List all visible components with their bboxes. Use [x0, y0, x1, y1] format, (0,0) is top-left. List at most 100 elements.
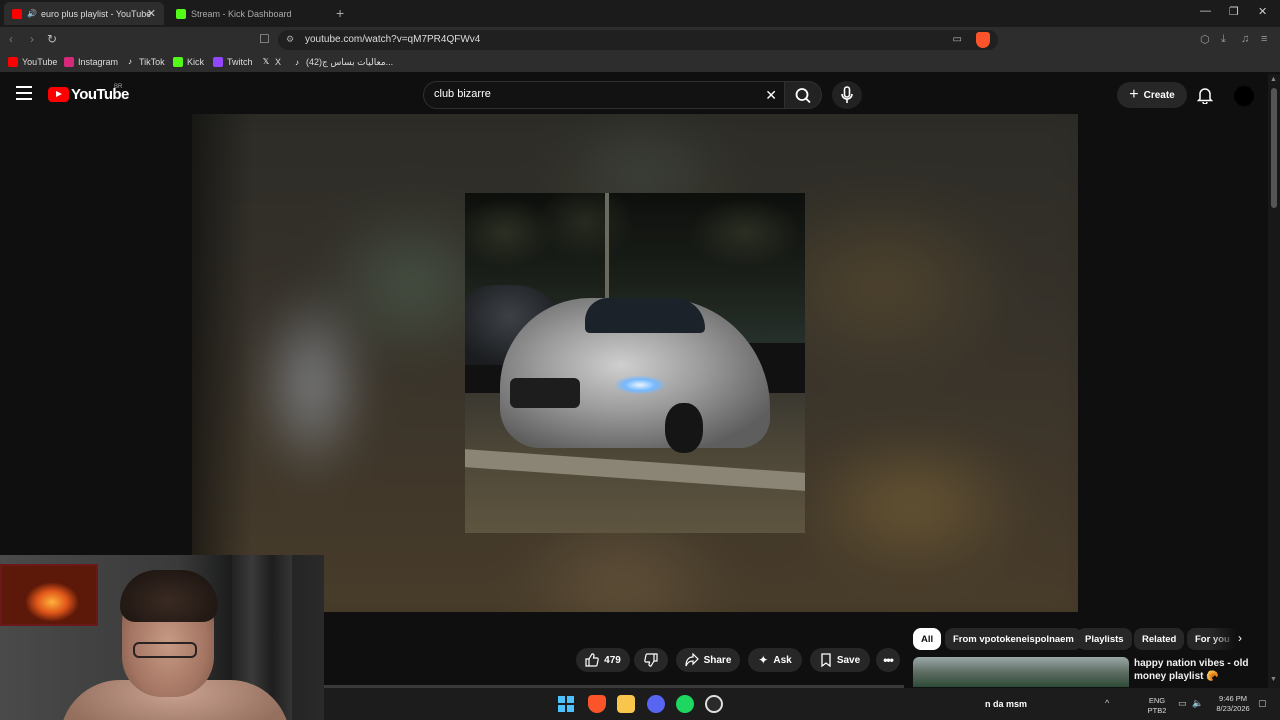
- browser-tabstrip: 🔊 euro plus playlist - YouTube ✕ Stream …: [0, 0, 1280, 27]
- restore-icon[interactable]: ❐: [1229, 5, 1239, 18]
- search-icon: [795, 88, 811, 104]
- voice-search-button[interactable]: [832, 81, 862, 109]
- like-button[interactable]: 479: [576, 648, 630, 672]
- dislike-button[interactable]: [634, 648, 668, 672]
- youtube-icon: [8, 57, 18, 67]
- obs-icon[interactable]: [705, 695, 723, 713]
- tab-kick[interactable]: Stream - Kick Dashboard: [168, 2, 328, 25]
- close-window-icon[interactable]: ✕: [1258, 5, 1267, 18]
- kick-icon: [173, 57, 183, 67]
- notifications-bell-icon[interactable]: [1197, 86, 1213, 104]
- save-button[interactable]: Save: [810, 648, 870, 672]
- more-actions-button[interactable]: •••: [876, 648, 900, 672]
- minimize-icon[interactable]: —: [1200, 5, 1211, 17]
- recommended-video-title[interactable]: happy nation vibes - old money playlist …: [1134, 657, 1262, 683]
- youtube-logo[interactable]: YouTube BR: [48, 84, 129, 103]
- youtube-header: YouTube BR ✕ + Create: [0, 74, 1268, 116]
- browser-menu-icon[interactable]: ≡: [1261, 33, 1267, 45]
- ask-label: Ask: [773, 654, 792, 666]
- bookmark-tiktok-arabic[interactable]: ♪ (42)معالیات بساس ج...: [292, 57, 393, 68]
- chip-from-channel[interactable]: From vpotokeneispolnaem: [945, 628, 1082, 650]
- bookmarks-bar: YouTube Instagram ♪ TikTok Kick Twitch 𝕏X…: [0, 53, 1280, 73]
- tiktok-icon: ♪: [295, 57, 299, 67]
- account-avatar[interactable]: [1234, 86, 1254, 106]
- cast-icon[interactable]: ▭: [953, 34, 962, 45]
- bookmark-icon: [821, 653, 831, 667]
- video-cover-image: [465, 193, 805, 533]
- windows-start-icon[interactable]: [558, 696, 574, 712]
- windows-taskbar: [324, 688, 1280, 720]
- search-button[interactable]: [784, 81, 822, 109]
- create-label: Create: [1143, 89, 1175, 101]
- discord-icon[interactable]: [647, 695, 665, 713]
- scroll-down-icon[interactable]: ▼: [1270, 676, 1277, 683]
- tiktok-icon: ♪: [128, 57, 132, 66]
- downloads-icon[interactable]: ⤓: [1221, 33, 1226, 46]
- youtube-favicon-icon: [12, 8, 22, 19]
- volume-icon[interactable]: 🔈: [1192, 698, 1203, 709]
- share-button[interactable]: Share: [676, 648, 740, 672]
- tab-title: euro plus playlist - YouTube: [40, 8, 152, 19]
- recommended-video-thumbnail[interactable]: [913, 657, 1129, 687]
- scrollbar-thumb[interactable]: [1271, 88, 1277, 208]
- instagram-icon: [64, 57, 74, 67]
- media-icon[interactable]: ♫: [1241, 33, 1249, 45]
- language-indicator[interactable]: ENG PTB2: [1146, 696, 1168, 716]
- bookmark-youtube[interactable]: YouTube: [8, 57, 57, 67]
- fireplace-image: [0, 564, 98, 626]
- brave-browser-icon[interactable]: [588, 695, 606, 713]
- site-info-icon[interactable]: ⚙: [286, 34, 294, 45]
- bookmark-instagram[interactable]: Instagram: [64, 57, 118, 67]
- microphone-icon: [841, 86, 853, 103]
- bookmark-x[interactable]: 𝕏X: [261, 57, 281, 67]
- network-icon[interactable]: ▭: [1178, 698, 1187, 709]
- x-icon: 𝕏: [262, 57, 270, 66]
- bookmark-kick[interactable]: Kick: [173, 57, 204, 67]
- share-icon: [684, 653, 699, 667]
- bookmark-page-icon[interactable]: ☐: [259, 32, 270, 46]
- close-tab-icon[interactable]: ✕: [147, 7, 156, 20]
- twitch-icon: [213, 57, 223, 67]
- new-tab-button[interactable]: +: [336, 5, 344, 21]
- ask-button[interactable]: ✦ Ask: [748, 648, 802, 672]
- tab-title: Stream - Kick Dashboard: [191, 8, 292, 19]
- thumbs-down-icon: [644, 653, 658, 667]
- spotify-icon[interactable]: [676, 695, 694, 713]
- thumbs-up-icon: [585, 653, 599, 667]
- glasses: [133, 642, 197, 658]
- reload-icon[interactable]: ↻: [47, 32, 57, 46]
- bookmark-twitch[interactable]: Twitch: [213, 57, 253, 67]
- forward-icon[interactable]: ›: [30, 32, 34, 46]
- webcam-caption: n da msm: [985, 699, 1028, 709]
- url-text: youtube.com/watch?v=qM7PR4QFWv4: [305, 34, 481, 45]
- plus-icon: +: [1129, 86, 1139, 103]
- search-input[interactable]: [434, 88, 744, 100]
- extensions-icon[interactable]: ⬡: [1200, 33, 1210, 46]
- clear-search-icon[interactable]: ✕: [765, 87, 777, 104]
- brave-shields-icon[interactable]: [976, 32, 990, 48]
- file-explorer-icon[interactable]: [617, 695, 635, 713]
- chevron-right-icon[interactable]: ›: [1238, 631, 1242, 645]
- create-button[interactable]: + Create: [1117, 82, 1187, 108]
- tray-overflow-icon[interactable]: ^: [1105, 698, 1109, 708]
- like-count: 479: [604, 654, 621, 666]
- chip-playlists[interactable]: Playlists: [1077, 628, 1132, 650]
- page-scrollbar[interactable]: ▲ ▼: [1268, 74, 1280, 688]
- scroll-up-icon[interactable]: ▲: [1270, 76, 1277, 83]
- bookmark-tiktok[interactable]: ♪ TikTok: [125, 57, 165, 67]
- country-code: BR: [114, 84, 123, 90]
- back-icon[interactable]: ‹: [9, 32, 13, 46]
- kick-favicon-icon: [176, 8, 186, 19]
- chip-all[interactable]: All: [913, 628, 942, 650]
- notifications-icon[interactable]: ▢: [1258, 698, 1267, 709]
- chip-related[interactable]: Related: [1134, 628, 1185, 650]
- share-label: Share: [703, 654, 732, 666]
- sparkle-icon: ✦: [758, 653, 769, 667]
- youtube-play-icon: [48, 87, 69, 102]
- url-bar[interactable]: ⚙ youtube.com/watch?v=qM7PR4QFWv4 ▭: [278, 30, 998, 50]
- clock[interactable]: 9:46 PM 8/23/2026: [1210, 694, 1256, 714]
- hamburger-menu-icon[interactable]: [16, 86, 32, 100]
- audio-playing-icon[interactable]: 🔊: [27, 9, 37, 18]
- tab-youtube[interactable]: 🔊 euro plus playlist - YouTube ✕: [4, 2, 164, 25]
- search-box[interactable]: ✕: [423, 81, 787, 109]
